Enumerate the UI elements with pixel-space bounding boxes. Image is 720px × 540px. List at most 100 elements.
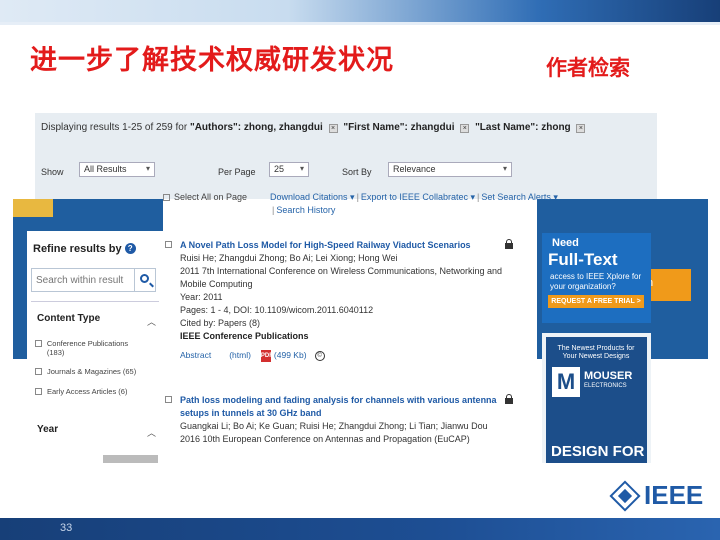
mouser-name: MOUSER	[584, 370, 633, 382]
facet-item-label: Early Access Articles (6)	[47, 387, 128, 396]
select-all[interactable]: Select All on Page	[163, 191, 263, 204]
full-text-ad[interactable]: Need Full-Text access to IEEE Xplore for…	[542, 233, 651, 323]
copyright-icon[interactable]: ©	[314, 350, 325, 361]
facet-checkbox[interactable]	[35, 340, 42, 347]
pdf-icon[interactable]: PDF	[260, 349, 273, 362]
search-button[interactable]	[134, 269, 155, 291]
result-item: Path loss modeling and fading analysis f…	[165, 394, 515, 446]
slide-subtitle: 作者检索	[546, 56, 630, 80]
remove-authors-icon[interactable]: ×	[328, 124, 338, 133]
result-pages: Pages: 1 - 4, DOI: 10.1109/wicom.2011.60…	[180, 305, 374, 315]
search-history-link[interactable]: Search History	[276, 205, 335, 215]
refine-sidebar: Refine results by? Content Type ︿ Confer…	[27, 231, 163, 463]
mouser-ad-panel: The Newest Products for Your Newest Desi…	[546, 337, 647, 463]
result-item: A Novel Path Loss Model for High-Speed R…	[165, 239, 515, 362]
html-link[interactable]: (html)	[229, 349, 251, 362]
result-year: Year: 2011	[180, 292, 223, 302]
remove-last-name-icon[interactable]: ×	[576, 124, 586, 133]
separator: |	[272, 205, 275, 215]
pdf-size: (499 Kb)	[273, 350, 307, 360]
sort-by-select[interactable]: Relevance ▾	[388, 162, 512, 177]
download-citations-link[interactable]: Download Citations ▾	[270, 192, 355, 202]
ad-need-text: Need	[552, 237, 579, 249]
facet-checkbox[interactable]	[35, 368, 42, 375]
bulk-actions: Download Citations ▾ | Export to IEEE Coll…	[270, 191, 558, 217]
background-accent-strip	[13, 199, 53, 217]
mouser-sub: ELECTRONICS	[584, 383, 627, 389]
search-icon	[140, 274, 149, 283]
result-venue[interactable]: 2016 10th European Conference on Antenna…	[180, 433, 515, 446]
result-title[interactable]: Path loss modeling and fading analysis f…	[180, 394, 515, 420]
lock-icon	[505, 394, 513, 404]
refine-heading: Refine results by?	[33, 243, 136, 255]
slide-footer-bar	[0, 518, 720, 540]
result-links: Abstract (html) PDF (499 Kb) ©	[180, 349, 515, 362]
facet-item-journals[interactable]: Journals & Magazines (65)	[35, 367, 136, 376]
content-type-heading[interactable]: Content Type	[37, 313, 100, 324]
remove-first-name-icon[interactable]: ×	[460, 124, 470, 133]
results-list: Select All on Page Download Citations ▾ |…	[163, 192, 558, 463]
facet-checkbox[interactable]	[35, 388, 42, 395]
chevron-down-icon: ▾	[145, 164, 150, 173]
query-last-name: "Last Name": zhong	[475, 122, 571, 133]
result-checkbox[interactable]	[165, 396, 172, 403]
result-cited[interactable]: Cited by: Papers (8)	[180, 317, 515, 330]
select-all-checkbox[interactable]	[163, 194, 170, 201]
sort-by-select-value: Relevance	[393, 164, 436, 174]
year-heading[interactable]: Year	[37, 424, 58, 435]
result-venue[interactable]: 2011 7th International Conference on Wir…	[180, 265, 515, 291]
help-icon[interactable]: ?	[124, 243, 136, 254]
sort-by-label: Sort By	[342, 167, 372, 177]
mouser-logo-icon: M	[552, 367, 580, 397]
select-all-label: Select All on Page	[174, 192, 248, 202]
ad-newest-text: The Newest Products for Your Newest Desi…	[557, 345, 635, 360]
request-trial-button[interactable]: REQUEST A FREE TRIAL >	[548, 295, 644, 308]
show-label: Show	[41, 167, 64, 177]
page-number: 33	[60, 522, 73, 534]
show-select[interactable]: All Results ▾	[79, 162, 155, 177]
facet-item-early-access[interactable]: Early Access Articles (6)	[35, 387, 127, 396]
chevron-up-icon[interactable]: ︿	[147, 315, 156, 328]
results-toolbar: Displaying results 1-25 of 259 for "Auth…	[35, 113, 657, 199]
per-page-label: Per Page	[218, 167, 256, 177]
ieee-diamond-icon	[609, 479, 641, 512]
ieee-logo-text: IEEE	[644, 480, 704, 510]
chevron-down-icon: ▾	[502, 164, 507, 173]
results-summary: Displaying results 1-25 of 259 for "Auth…	[41, 122, 588, 133]
separator: |	[356, 192, 359, 202]
result-title[interactable]: A Novel Path Loss Model for High-Speed R…	[180, 239, 515, 252]
facet-item-label: Conference Publications (183)	[46, 339, 129, 357]
result-publisher: IEEE Conference Publications	[180, 331, 309, 341]
set-search-alerts-link[interactable]: Set Search Alerts ▾	[481, 192, 558, 202]
search-within-box	[31, 268, 156, 292]
per-page-select[interactable]: 25 ▾	[269, 162, 309, 177]
facet-item-conference[interactable]: Conference Publications (183)	[35, 339, 145, 357]
ieee-logo: IEEE	[609, 479, 704, 512]
ieee-xplore-screenshot: h Displaying results 1-25 of 259 for "Au…	[13, 113, 708, 463]
lock-icon	[505, 239, 513, 249]
ad-access-text: access to IEEE Xplore for your organizat…	[550, 272, 642, 291]
facet-item-label: Journals & Magazines (65)	[47, 367, 137, 376]
slide-header-rule	[0, 22, 720, 25]
ad-design-text: DESIGN FOR	[551, 443, 645, 460]
query-authors: "Authors": zhong, zhangdui	[189, 122, 323, 133]
result-checkbox[interactable]	[165, 241, 172, 248]
separator: |	[476, 192, 480, 202]
ad-full-text-heading: Full-Text	[548, 250, 618, 269]
result-authors[interactable]: Ruisi He; Zhangdui Zhong; Bo Ai; Lei Xio…	[180, 252, 515, 265]
chevron-down-icon: ▾	[299, 164, 304, 173]
chevron-up-icon[interactable]: ︿	[147, 426, 156, 439]
slide-title: 进一步了解技术权威研发状况	[30, 45, 394, 76]
show-select-value: All Results	[84, 164, 127, 174]
per-page-select-value: 25	[274, 164, 285, 174]
query-first-name: "First Name": zhangdui	[343, 122, 455, 133]
results-count-text: Displaying results 1-25 of 259 for	[41, 122, 188, 133]
abstract-link[interactable]: Abstract	[180, 349, 211, 362]
search-within-input[interactable]	[32, 269, 134, 291]
refine-label: Refine results by	[33, 243, 122, 255]
result-authors[interactable]: Guangkai Li; Bo Ai; Ke Guan; Ruisi He; Z…	[180, 420, 515, 433]
mouser-ad[interactable]: The Newest Products for Your Newest Desi…	[542, 333, 651, 463]
year-range-bar[interactable]	[103, 455, 158, 463]
export-collabratec-link[interactable]: Export to IEEE Collabratec ▾	[361, 192, 475, 202]
slide-header-bar	[0, 0, 720, 22]
